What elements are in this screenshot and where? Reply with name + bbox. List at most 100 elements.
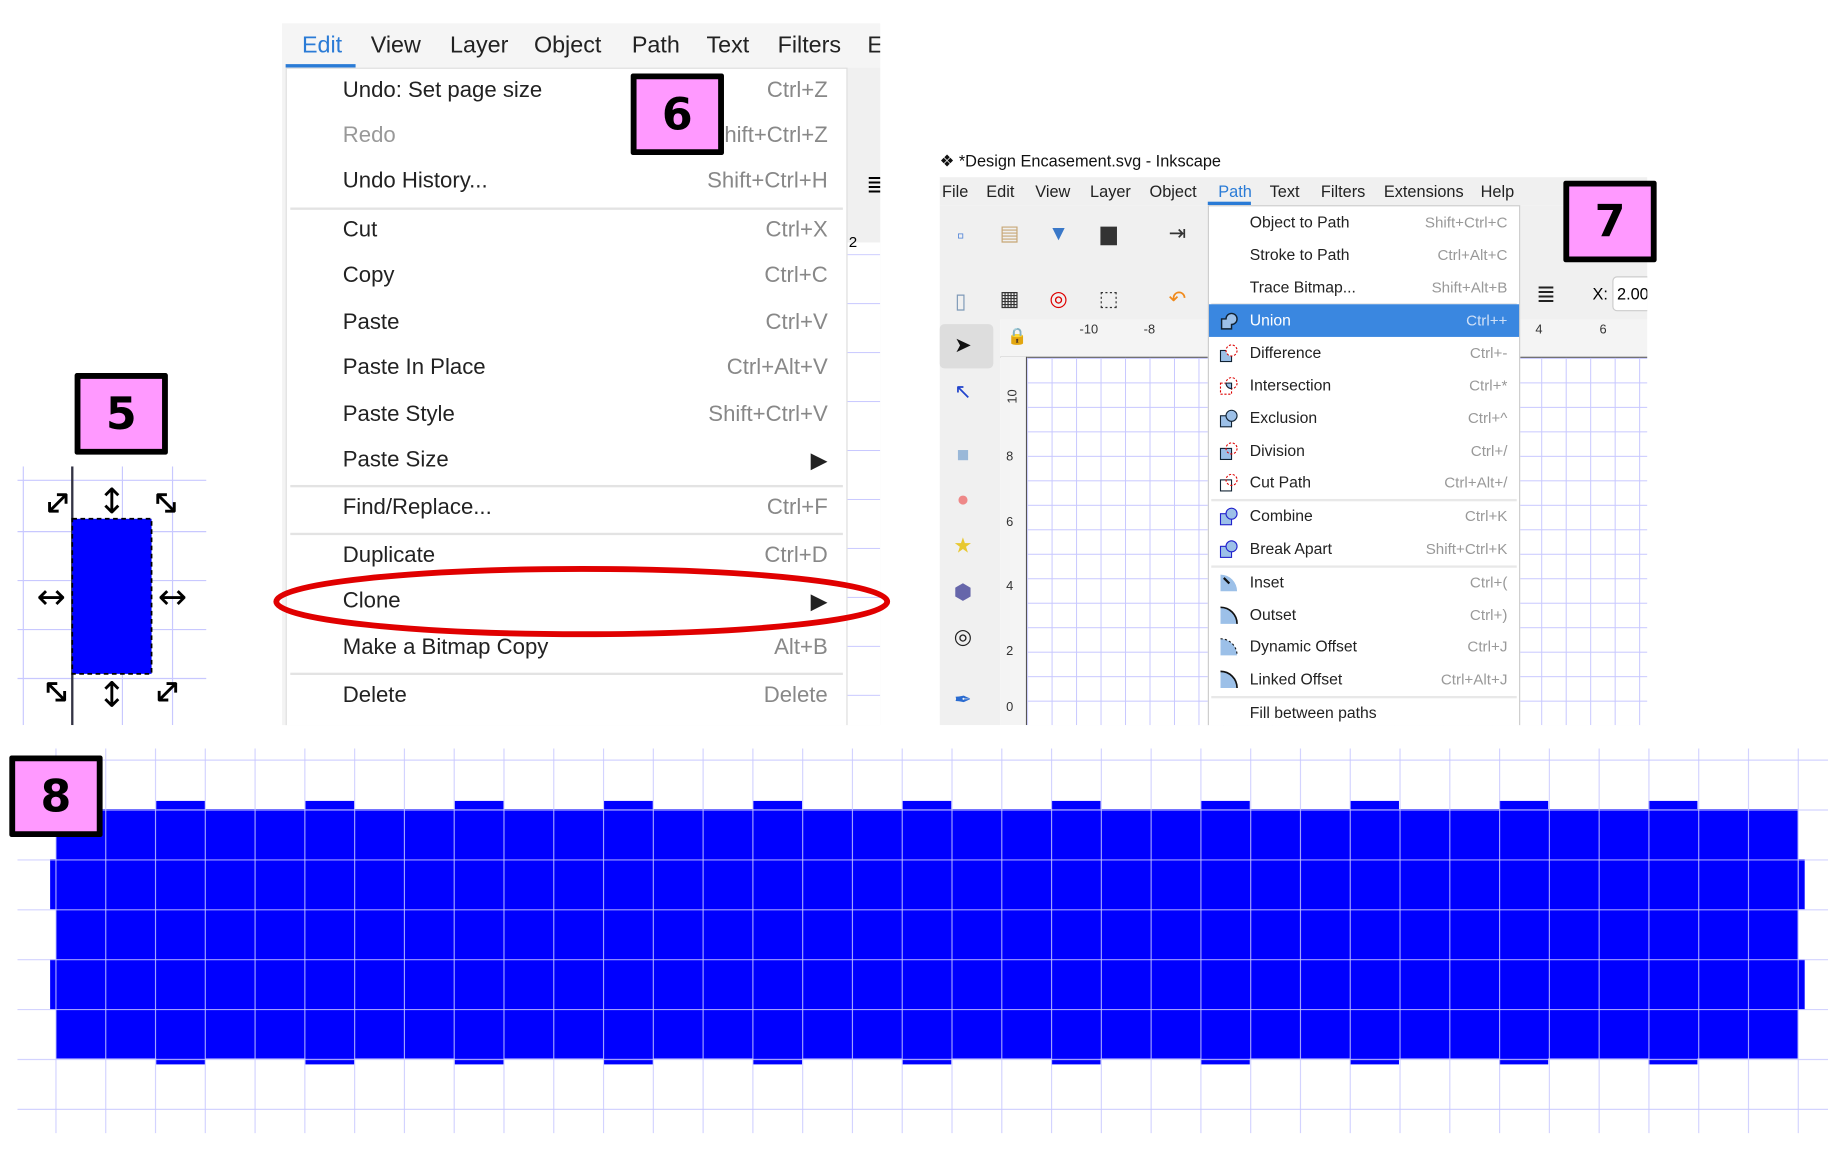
menu-item-label: Object to Path (1249, 213, 1350, 231)
outset-icon (1220, 605, 1238, 624)
menu-item-copy[interactable]: Copy Ctrl+C (287, 254, 847, 299)
submenu-arrow-icon: ▶ (810, 448, 828, 474)
menu-item-break-apart[interactable]: Break Apart Shift+Ctrl+K (1209, 533, 1519, 566)
menu-item-undo[interactable]: Undo: Set page size Ctrl+Z (287, 69, 847, 114)
menu-view[interactable]: View (1035, 182, 1070, 201)
menu-object[interactable]: Object (1149, 182, 1196, 201)
menu-item-paste-style[interactable]: Paste Style Shift+Ctrl+V (287, 393, 847, 438)
menu-text[interactable]: Text (1270, 182, 1300, 201)
selector-tool-icon[interactable]: ➤ (949, 333, 977, 357)
import-icon[interactable]: ⇥ (1163, 222, 1191, 246)
menu-item-find-replace[interactable]: Find/Replace... Ctrl+F (287, 486, 847, 531)
menu-item-delete[interactable]: Delete Delete (287, 674, 847, 719)
menu-item-dynamic-offset[interactable]: Dynamic Offset Ctrl+J (1209, 631, 1519, 664)
menu-item-object-to-path[interactable]: Object to Path Shift+Ctrl+C (1209, 206, 1519, 239)
menu-item-fill-between-paths[interactable]: Fill between paths (1209, 697, 1519, 725)
menu-file[interactable]: File (942, 182, 968, 201)
menu-extensions-partial[interactable]: E (867, 33, 880, 60)
menu-item-shortcut: Shift+Ctrl+K (1425, 539, 1508, 558)
union-shape-top-tab (305, 800, 355, 810)
menu-item-linked-offset[interactable]: Linked Offset Ctrl+Alt+J (1209, 664, 1519, 697)
scale-handle-e-icon: ↔ (158, 578, 187, 618)
menu-path[interactable]: Path (1218, 182, 1252, 201)
menu-view[interactable]: View (371, 33, 421, 60)
inkscape-path-menu-screenshot: ❖ *Design Encasement.svg - Inkscape File… (939, 149, 1648, 726)
select-all-icon[interactable]: ▦ (996, 287, 1024, 311)
menu-item-combine[interactable]: Combine Ctrl+K (1209, 500, 1519, 533)
save-icon[interactable]: ▼ (1045, 222, 1073, 246)
export-icon[interactable]: ▯ (947, 289, 975, 313)
menu-layer[interactable]: Layer (1090, 182, 1131, 201)
menu-item-undo-history[interactable]: Undo History... Shift+Ctrl+H (287, 160, 847, 205)
ellipse-tool-icon[interactable]: ● (949, 487, 977, 511)
union-shape-left-tab (50, 959, 56, 1010)
union-shape-top-tab (454, 800, 504, 810)
spiral-tool-icon[interactable]: ◎ (949, 625, 977, 649)
print-icon[interactable]: ▆ (1095, 222, 1123, 246)
menu-item-label: Exclusion (1249, 408, 1318, 427)
menu-item-intersection[interactable]: Intersection Ctrl+* (1209, 370, 1519, 403)
menu-text[interactable]: Text (706, 33, 749, 60)
menu-item-shortcut: Shift+Alt+B (1431, 278, 1508, 296)
menu-item-label: Outset (1249, 605, 1297, 624)
menu-object[interactable]: Object (534, 33, 601, 60)
align-distribute-icon[interactable]: ≣ (1532, 280, 1560, 309)
menu-item-division[interactable]: Division Ctrl+/ (1209, 434, 1519, 467)
window-title: ❖ *Design Encasement.svg - Inkscape (939, 151, 1222, 171)
menu-item-shortcut: Ctrl+) (1469, 605, 1508, 624)
node-tool-icon[interactable]: ↖ (949, 380, 977, 404)
ruler-label: 2 (848, 233, 858, 251)
open-icon[interactable]: ▤ (996, 222, 1024, 246)
menu-item-trace-bitmap[interactable]: Trace Bitmap... Shift+Alt+B (1209, 271, 1519, 304)
zoom-drawing-icon[interactable]: ⬚ (1095, 287, 1123, 311)
menu-item-cut[interactable]: Cut Ctrl+X (287, 209, 847, 254)
menu-item-difference[interactable]: Difference Ctrl+- (1209, 337, 1519, 370)
star-tool-icon[interactable]: ★ (949, 534, 977, 558)
3d-box-tool-icon[interactable]: ⬢ (949, 581, 977, 605)
scale-handle-s-icon: ↕ (97, 675, 126, 715)
union-shape-left-tab (50, 859, 56, 910)
menu-item-label: Division (1249, 441, 1305, 459)
menu-item-stroke-to-path[interactable]: Stroke to Path Ctrl+Alt+C (1209, 239, 1519, 272)
menu-item-outset[interactable]: Outset Ctrl+) (1209, 599, 1519, 632)
step-label-8: 8 (9, 755, 103, 838)
scale-handle-w-icon: ↔ (37, 578, 66, 618)
intersection-icon (1219, 377, 1238, 395)
difference-icon (1219, 344, 1238, 363)
menu-item-union[interactable]: Union Ctrl++ (1208, 304, 1520, 338)
menu-item-exclusion[interactable]: Exclusion Ctrl+^ (1209, 402, 1519, 435)
new-document-icon[interactable]: ▫ (947, 224, 975, 248)
x-coordinate-input[interactable]: 2.000 (1612, 276, 1648, 312)
menu-edit[interactable]: Edit (302, 33, 342, 60)
division-icon (1219, 441, 1238, 460)
menu-item-inset[interactable]: Inset Ctrl+( (1209, 566, 1519, 599)
menu-path[interactable]: Path (632, 33, 680, 60)
inset-icon (1220, 574, 1238, 591)
menu-extensions[interactable]: Extensions (1384, 182, 1464, 201)
menu-edit[interactable]: Edit (986, 182, 1014, 201)
menu-item-shortcut: Ctrl+K (1464, 507, 1508, 525)
pen-tool-icon[interactable]: ✒ (949, 688, 977, 712)
menu-help[interactable]: Help (1481, 182, 1515, 201)
zoom-selection-icon[interactable]: ◎ (1045, 287, 1073, 311)
menu-layer[interactable]: Layer (450, 33, 508, 60)
menu-item-paste[interactable]: Paste Ctrl+V (287, 301, 847, 346)
scale-handle-n-icon: ↕ (97, 482, 126, 522)
menu-item-shortcut: Ctrl+/ (1470, 441, 1508, 459)
lock-guides-icon[interactable]: 🔒 (1007, 326, 1027, 346)
undo-arrow-icon[interactable]: ↶ (1163, 287, 1191, 311)
union-icon (1220, 313, 1238, 331)
menu-item-redo[interactable]: Redo Shift+Ctrl+Z (287, 114, 847, 159)
menu-item-shortcut: Ctrl+J (1467, 638, 1508, 656)
menu-item-label: Intersection (1249, 376, 1332, 395)
break-apart-icon (1219, 540, 1238, 558)
blue-rectangle[interactable] (71, 517, 153, 675)
menu-item-label: Dynamic Offset (1249, 638, 1358, 656)
menu-filters[interactable]: Filters (778, 33, 841, 60)
menu-item-paste-size[interactable]: Paste Size ▶ (287, 438, 847, 483)
rectangle-tool-icon[interactable]: ■ (949, 443, 977, 467)
menu-item-paste-in-place[interactable]: Paste In Place Ctrl+Alt+V (287, 346, 847, 391)
menu-item-cut-path[interactable]: Cut Path Ctrl+Alt+/ (1209, 467, 1519, 500)
menu-item-shortcut: Ctrl+( (1469, 573, 1508, 591)
menu-filters[interactable]: Filters (1321, 182, 1365, 201)
